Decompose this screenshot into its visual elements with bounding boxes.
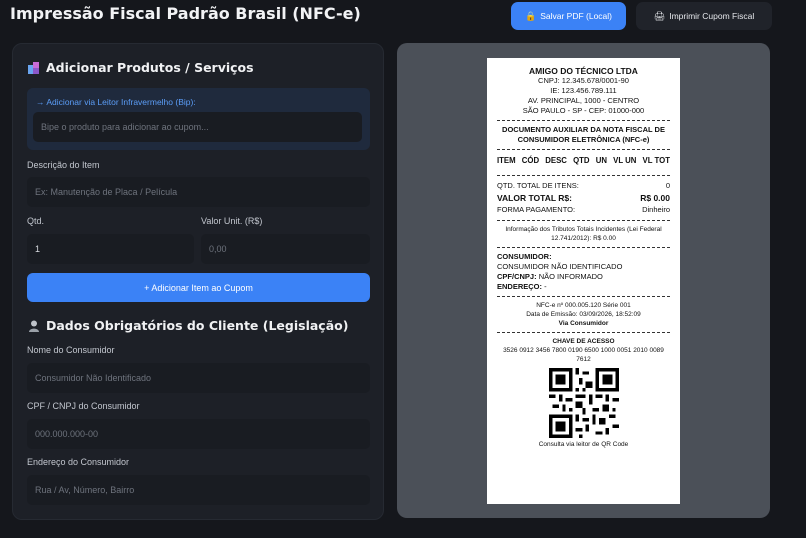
print-receipt-label: Imprimir Cupom Fiscal [669,11,755,21]
receipt-paper: AMIGO DO TÉCNICO LTDA CNPJ: 12.345.678/0… [487,58,680,504]
description-placeholder: Ex: Manutenção de Placa / Película [35,187,178,197]
print-receipt-button[interactable]: 🖨 Imprimir Cupom Fiscal [636,2,772,30]
emission-date: Data de Emissão: 03/09/2026, 18:52:09 [526,311,641,318]
customer-doc-placeholder: 000.000.000-00 [35,429,99,439]
user-icon [29,320,39,332]
receipt-ie: IE: 123.456.789.111 [550,86,617,95]
receipt-divider [497,220,670,221]
description-label: Descrição do Item [27,160,100,170]
qty-value: 1 [35,244,41,254]
save-pdf-button[interactable]: 🔒 Salvar PDF (Local) [511,2,626,30]
receipt-address: AV. PRINCIPAL, 1000 - CENTRO [527,96,640,105]
unit-price-label: Valor Unit. (R$) [201,216,263,226]
unit-price-input[interactable]: 0,00 [201,234,370,264]
lock-icon: 🔒 [524,10,537,21]
total-value: R$ 0.00 [640,193,670,203]
consumer-heading: CONSUMIDOR: [497,252,552,261]
header-vl-tot: VL TOT [642,156,670,165]
consumer-name: CONSUMIDOR NÃO IDENTIFICADO [497,262,623,271]
receipt-divider [497,120,670,121]
add-item-label: + Adicionar Item ao Cupom [144,282,253,293]
qty-input[interactable]: 1 [27,234,194,264]
customer-title-text: Dados Obrigatórios do Cliente (Legislaçã… [46,318,349,333]
customer-doc-label: CPF / CNPJ do Consumidor [27,401,140,411]
customer-name-input[interactable]: Consumidor Não Identificado [27,363,370,393]
payment-label: FORMA PAGAMENTO: [497,205,576,214]
qty-label: Qtd. [27,216,45,226]
page-title: Impressão Fiscal Padrão Brasil (NFC-e) [10,4,361,23]
customer-name-placeholder: Consumidor Não Identificado [35,373,152,383]
box-icon [28,61,39,74]
receipt-total-value: VALOR TOTAL R$: R$ 0.00 [497,192,670,204]
payment-value: Dinheiro [642,205,670,214]
receipt-via: Via Consumidor [558,320,609,327]
form-card: Adicionar Produtos / Serviços → Adiciona… [12,43,384,520]
receipt-table-header: ITEM CÓD DESC QTD UN VL UN VL TOT [497,154,670,167]
qr-caption: Consulta via leitor de QR Code [538,441,629,448]
header-item: ITEM [497,156,516,165]
scanner-box: → Adicionar via Leitor Infravermelho (Bi… [27,88,370,150]
receipt-divider [497,332,670,333]
receipt-divider [497,149,670,150]
receipt-doc-title: DOCUMENTO AUXILIAR DA NOTA FISCAL DE CON… [502,125,665,144]
customer-name-label: Nome do Consumidor [27,345,115,355]
header-desc: DESC [545,156,567,165]
receipt-divider [497,247,670,248]
header-vl-un: VL UN [613,156,637,165]
customer-doc-input[interactable]: 000.000.000-00 [27,419,370,449]
printer-icon: 🖨 [653,10,666,21]
receipt-divider [497,175,670,176]
receipt-city: SÃO PAULO - SP - CEP: 01000-000 [522,106,645,115]
header-cod: CÓD [521,156,540,165]
scanner-label: → Adicionar via Leitor Infravermelho (Bi… [36,97,196,107]
total-value-label: VALOR TOTAL R$: [497,193,572,203]
consumer-doc: CPF/CNPJ: NÃO INFORMADO [497,272,603,281]
receipt-preview-panel: AMIGO DO TÉCNICO LTDA CNPJ: 12.345.678/0… [397,43,770,518]
nfce-number: NFC-e nº 000.005.120 Série 001 [536,302,631,309]
receipt-total-items: QTD. TOTAL DE ITENS: 0 [497,180,670,192]
customer-address-input[interactable]: Rua / Av, Número, Bairro [27,475,370,505]
total-items-value: 0 [665,181,670,190]
header-un: UN [595,156,607,165]
qr-code-icon [548,368,619,438]
total-items-label: QTD. TOTAL DE ITENS: [497,181,579,190]
scanner-placeholder: Bipe o produto para adicionar ao cupom..… [41,122,209,132]
header-qtd: QTD [573,156,590,165]
access-key-label: CHAVE DE ACESSO [552,338,615,345]
customer-address-label: Endereço do Consumidor [27,457,130,467]
products-title-text: Adicionar Produtos / Serviços [46,60,254,75]
receipt-company: AMIGO DO TÉCNICO LTDA [529,66,638,76]
products-section-title: Adicionar Produtos / Serviços [28,60,254,75]
add-item-button[interactable]: + Adicionar Item ao Cupom [27,273,370,302]
consumer-address: ENDEREÇO: - [497,282,547,291]
unit-price-placeholder: 0,00 [209,244,227,254]
customer-address-placeholder: Rua / Av, Número, Bairro [35,485,135,495]
access-key: 3526 0912 3456 7800 0190 6500 1000 0051 … [503,347,664,363]
receipt-divider [497,296,670,297]
scanner-input[interactable]: Bipe o produto para adicionar ao cupom..… [33,112,362,142]
receipt-payment: FORMA PAGAMENTO: Dinheiro [497,204,670,216]
customer-section-title: Dados Obrigatórios do Cliente (Legislaçã… [28,318,348,333]
description-input[interactable]: Ex: Manutenção de Placa / Película [27,177,370,207]
receipt-taxes-note: Informação dos Tributos Totais Incidente… [505,226,662,242]
save-pdf-label: Salvar PDF (Local) [540,11,613,21]
receipt-cnpj: CNPJ: 12.345.678/0001-90 [538,76,629,85]
receipt-consumer: CONSUMIDOR: CONSUMIDOR NÃO IDENTIFICADO … [497,252,670,292]
